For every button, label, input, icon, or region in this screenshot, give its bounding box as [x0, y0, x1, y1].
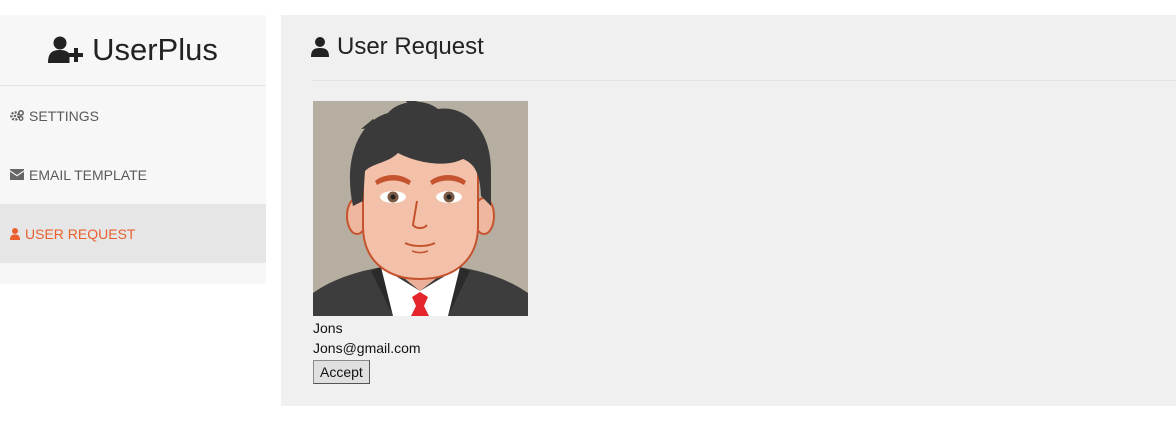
user-email: Jons@gmail.com	[313, 340, 421, 356]
brand-title: UserPlus	[92, 32, 218, 67]
sidebar: UserPlus SETTINGS EMAIL TEMPLATE USER RE…	[0, 15, 266, 284]
page-title: User Request	[311, 33, 484, 61]
user-icon	[311, 37, 329, 57]
brand: UserPlus	[0, 15, 266, 86]
user-icon	[10, 227, 20, 240]
sidebar-item-settings[interactable]: SETTINGS	[0, 86, 266, 145]
main-content: User Request Jons Jons@gmail.com Accept	[281, 15, 1176, 406]
sidebar-item-label: SETTINGS	[29, 107, 100, 124]
sidebar-item-email-template[interactable]: EMAIL TEMPLATE	[0, 145, 266, 204]
sidebar-item-label: USER REQUEST	[25, 225, 136, 242]
title-divider	[311, 80, 1176, 81]
accept-button[interactable]: Accept	[313, 360, 370, 384]
sidebar-item-user-request[interactable]: USER REQUEST	[0, 204, 266, 263]
user-name: Jons	[313, 320, 343, 336]
page-title-text: User Request	[337, 33, 484, 60]
sidebar-item-label: EMAIL TEMPLATE	[29, 166, 147, 183]
envelope-icon	[10, 169, 24, 180]
user-plus-icon	[48, 36, 84, 63]
avatar	[313, 101, 528, 316]
cogs-icon	[10, 110, 24, 121]
user-request-card: Jons Jons@gmail.com Accept	[313, 101, 528, 384]
